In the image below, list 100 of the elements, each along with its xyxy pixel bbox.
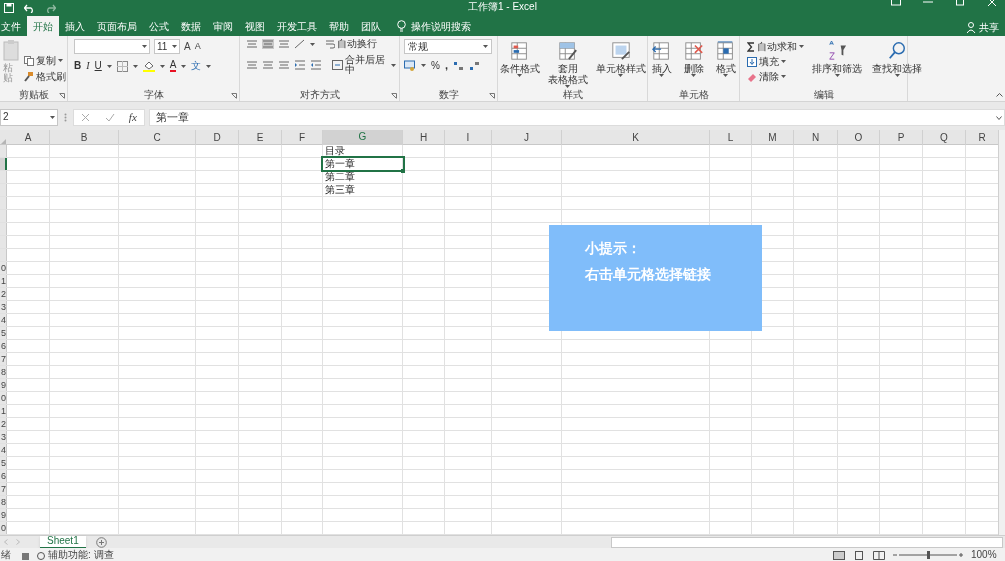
border-icon[interactable] (116, 60, 128, 72)
vertical-scrollbar[interactable] (998, 130, 1005, 535)
font-name-field[interactable] (74, 39, 150, 54)
row-header[interactable]: 8 (0, 496, 7, 508)
horizontal-scrollbar[interactable] (611, 536, 1003, 548)
caret-icon[interactable] (799, 45, 804, 48)
add-sheet-icon[interactable] (95, 536, 107, 548)
column-header[interactable]: N (794, 130, 838, 145)
column-header[interactable]: P (880, 130, 923, 145)
row-header[interactable]: 5 (0, 457, 7, 469)
table-cell[interactable]: 第三章 (325, 185, 355, 195)
grow-font-button[interactable]: A (184, 41, 191, 52)
dialog-launcher-icon[interactable] (489, 93, 495, 99)
ribbon-button[interactable]: 格式刷 (36, 71, 66, 82)
ribbon-button[interactable]: 填充 (759, 56, 779, 67)
row-header[interactable]: 7 (0, 353, 7, 365)
column-header[interactable]: D (196, 130, 239, 145)
ribbon-tab[interactable]: 视图 (239, 16, 271, 36)
row-header[interactable]: 1 (0, 405, 7, 417)
dialog-launcher-icon[interactable] (231, 93, 237, 99)
insert-function-button[interactable]: fx (128, 111, 137, 123)
column-header[interactable]: L (710, 130, 752, 145)
caret-icon[interactable] (421, 64, 426, 67)
accessibility-status[interactable]: 辅助功能: 调查 (48, 548, 114, 561)
clipboard-icon[interactable] (3, 39, 19, 61)
row-header[interactable]: 9 (0, 509, 7, 521)
caret-icon[interactable] (781, 60, 786, 63)
ribbon-button[interactable]: 格式 (715, 63, 736, 74)
share-button[interactable]: 共享 (979, 20, 999, 35)
caret-icon[interactable] (781, 75, 786, 78)
column-header[interactable]: E (239, 130, 282, 145)
page-break-icon[interactable] (873, 550, 885, 560)
caret-icon[interactable] (894, 74, 900, 77)
caret-icon[interactable] (483, 45, 488, 48)
formula-field[interactable]: 第一章 (149, 108, 1005, 126)
row-header[interactable]: 0 (0, 392, 7, 404)
expand-icon[interactable] (996, 115, 1002, 120)
ribbon-button[interactable]: 自动求和 (757, 41, 797, 52)
decrease-decimal-icon[interactable] (468, 60, 480, 71)
caret-icon[interactable] (106, 64, 112, 68)
row-header[interactable]: 7 (0, 483, 7, 495)
ribbon-button[interactable]: 排序和筛选 (812, 63, 862, 74)
column-header[interactable]: G (323, 130, 403, 145)
ribbon-tab[interactable]: 帮助 (323, 16, 355, 36)
caret-icon[interactable] (691, 74, 696, 77)
ribbon-tab[interactable]: 文件 (0, 16, 27, 36)
row-header[interactable]: 6 (0, 470, 7, 482)
row-header[interactable]: 9 (0, 379, 7, 391)
row-header[interactable]: 5 (0, 327, 7, 339)
caret-icon[interactable] (517, 74, 522, 77)
sheet-tab[interactable]: Sheet1 (40, 535, 86, 549)
caret-icon[interactable] (310, 42, 315, 46)
column-header[interactable]: H (403, 130, 445, 145)
dialog-launcher-icon[interactable] (59, 93, 65, 99)
merge-center-button[interactable]: 合并后居中 (345, 55, 389, 75)
ribbon-button[interactable]: 条件格式 (499, 63, 540, 74)
ribbon-tab[interactable]: 插入 (59, 16, 91, 36)
caret-icon[interactable] (659, 74, 664, 77)
accessibility-icon[interactable] (36, 550, 46, 560)
ribbon-button[interactable]: 清除 (759, 71, 779, 82)
column-header[interactable]: C (119, 130, 196, 145)
row-header[interactable]: 3 (0, 431, 7, 443)
normal-view-icon[interactable] (833, 550, 845, 560)
number-format-value[interactable]: 常规 (408, 41, 428, 52)
ribbon-tab[interactable]: 公式 (143, 16, 175, 36)
wrap-text-button[interactable]: 自动换行 (337, 39, 377, 49)
row-header[interactable]: 3 (0, 301, 7, 313)
redo-icon[interactable] (45, 3, 56, 13)
close-icon[interactable] (987, 0, 997, 6)
minimize-icon[interactable] (923, 0, 933, 6)
caret-icon[interactable] (391, 63, 396, 67)
caret-icon[interactable] (834, 74, 840, 77)
dialog-launcher-icon[interactable] (391, 93, 397, 99)
row-header[interactable]: 2 (0, 288, 7, 300)
comma-button[interactable]: , (444, 60, 448, 71)
ribbon-tab[interactable]: 页面布局 (91, 16, 143, 36)
table-cell[interactable]: 目录 (325, 146, 345, 156)
ribbon-tab[interactable]: 团队 (355, 16, 387, 36)
column-header[interactable]: J (492, 130, 562, 145)
row-header[interactable]: 4 (0, 314, 7, 326)
column-header[interactable]: Q (923, 130, 966, 145)
column-header[interactable]: K (562, 130, 710, 145)
caret-icon[interactable] (50, 115, 55, 119)
undo-icon[interactable] (24, 3, 35, 13)
row-header[interactable]: 8 (0, 366, 7, 378)
currency-icon[interactable] (404, 60, 416, 71)
caret-icon[interactable] (181, 64, 187, 68)
caret-icon[interactable] (58, 59, 63, 62)
collapse-ribbon-icon[interactable] (996, 93, 1003, 97)
caret-icon[interactable] (618, 74, 623, 77)
name-box[interactable]: 2 (3, 112, 9, 122)
page-layout-icon[interactable] (853, 550, 865, 560)
maximize-icon[interactable] (955, 0, 965, 6)
ribbon-tab[interactable]: 开始 (27, 16, 59, 36)
ribbon-tab[interactable]: 开发工具 (271, 16, 323, 36)
row-header[interactable]: 1 (0, 275, 7, 287)
zoom-level[interactable]: 100% (971, 550, 997, 560)
column-header[interactable]: A (7, 130, 50, 145)
search-field[interactable]: 操作说明搜索 (411, 18, 471, 34)
ribbon-button[interactable]: 复制 (36, 55, 56, 66)
